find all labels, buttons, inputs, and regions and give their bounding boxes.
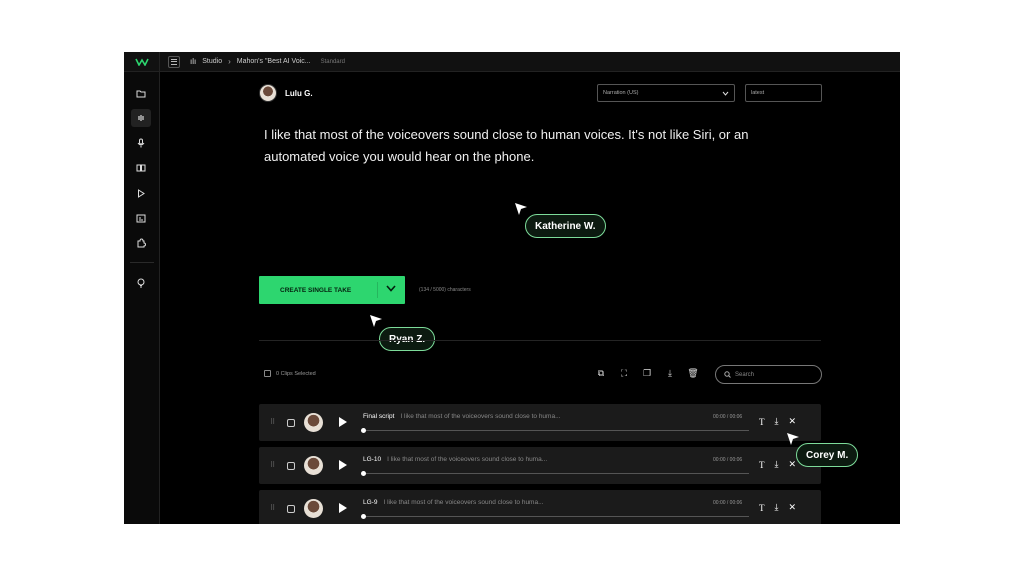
clip-checkbox[interactable]	[287, 505, 295, 513]
merge-icon[interactable]: ⧉	[596, 368, 606, 378]
trash-icon[interactable]: 🗑	[687, 368, 698, 378]
folder-icon[interactable]	[131, 84, 151, 102]
progress-handle[interactable]	[361, 514, 366, 519]
clips-selected-label: 0 Clips Selected	[276, 370, 316, 377]
clip-title: Final script	[363, 413, 395, 420]
clips-selected: 0 Clips Selected	[264, 370, 316, 377]
clips-toolbar: ⧉ ⛶ ❐ ⤓ 🗑	[596, 368, 699, 378]
clip-title: LG-10	[363, 456, 382, 463]
version-select[interactable]: latest	[745, 84, 822, 102]
text-icon[interactable]: T	[759, 503, 765, 513]
download-icon[interactable]: ⤓	[775, 416, 779, 427]
avatar	[304, 413, 323, 432]
character-count: (134 / 5000) characters	[419, 287, 471, 293]
speaker-name[interactable]: Lulu G.	[285, 89, 313, 98]
clip-excerpt: I like that most of the voiceovers sound…	[383, 499, 544, 506]
clip-title: LG-9	[363, 499, 378, 506]
play-icon[interactable]	[339, 503, 347, 513]
download-icon[interactable]: ⤓	[775, 459, 779, 470]
cursor-pointer-icon	[370, 315, 382, 327]
studio-app: ılı Studio › Mahon's "Best AI Voic... St…	[124, 52, 900, 524]
sidebar-divider	[130, 262, 154, 263]
lightbulb-icon[interactable]	[131, 274, 151, 292]
collaborator-tag-katherine: Katherine W.	[525, 214, 606, 238]
search-input[interactable]: Search	[715, 365, 822, 384]
section-divider	[259, 340, 821, 341]
text-icon[interactable]: T	[759, 417, 765, 427]
cursor-pointer-icon	[787, 433, 799, 445]
clip-row[interactable]: ⠿ LG-9 I like that most of the voiceovers…	[259, 490, 821, 524]
create-button-label: CREATE SINGLE TAKE	[280, 286, 352, 294]
chevron-down-icon[interactable]	[386, 285, 396, 292]
clip-title-line: LG-10 I like that most of the voiceovers …	[363, 456, 547, 463]
drag-handle-icon[interactable]: ⠿	[270, 461, 275, 469]
clip-actions: T ⤓ ✕	[759, 459, 796, 470]
create-single-take-button[interactable]: CREATE SINGLE TAKE	[259, 276, 405, 304]
waveform-icon[interactable]	[131, 109, 151, 127]
sidebar	[124, 72, 160, 524]
search-placeholder: Search	[735, 371, 755, 378]
clip-title-line: Final script I like that most of the voic…	[363, 413, 561, 420]
play-icon[interactable]	[339, 417, 347, 427]
microphone-icon[interactable]	[131, 134, 151, 152]
clip-actions: T ⤓ ✕	[759, 502, 796, 513]
waveform-icon: ılı	[190, 57, 197, 66]
progress-track[interactable]	[363, 430, 749, 431]
menu-icon[interactable]	[168, 55, 180, 68]
progress-track[interactable]	[363, 473, 749, 474]
chevron-down-icon	[722, 91, 729, 96]
breadcrumb: ılı Studio › Mahon's "Best AI Voic... St…	[190, 57, 345, 66]
select-all-checkbox[interactable]	[264, 370, 271, 377]
download-icon[interactable]: ⤓	[775, 502, 779, 513]
breadcrumb-project[interactable]: Mahon's "Best AI Voic...	[237, 58, 311, 65]
clip-title-line: LG-9 I like that most of the voiceovers s…	[363, 499, 544, 506]
progress-track[interactable]	[363, 516, 749, 517]
collaborator-tag-corey: Corey M.	[796, 443, 859, 467]
breadcrumb-studio[interactable]: Studio	[202, 58, 222, 65]
clip-excerpt: I like that most of the voiceovers sound…	[387, 456, 548, 463]
play-icon[interactable]	[339, 460, 347, 470]
drag-handle-icon[interactable]: ⠿	[270, 504, 275, 512]
clip-time: 00:00 / 00:06	[713, 500, 743, 506]
expand-icon[interactable]: ⛶	[619, 368, 629, 378]
clip-checkbox[interactable]	[287, 419, 295, 427]
search-icon	[724, 371, 731, 378]
image-icon[interactable]	[131, 209, 151, 227]
avatar	[304, 499, 323, 518]
progress-handle[interactable]	[361, 428, 366, 433]
duplicate-icon[interactable]: ❐	[642, 368, 652, 378]
clip-row[interactable]: ⠿ Final script I like that most of the vo…	[259, 404, 821, 441]
drag-handle-icon[interactable]: ⠿	[270, 418, 275, 426]
top-bar: ılı Studio › Mahon's "Best AI Voic... St…	[124, 52, 900, 72]
play-icon[interactable]	[131, 184, 151, 202]
plan-badge: Standard	[320, 58, 345, 65]
text-icon[interactable]: T	[759, 460, 765, 470]
chevron-right-icon: ›	[228, 57, 231, 66]
clip-row[interactable]: ⠿ LG-10 I like that most of the voiceover…	[259, 447, 821, 484]
logo-icon[interactable]	[124, 52, 160, 72]
collaborator-tag-ryan: Ryan Z.	[379, 327, 436, 351]
download-icon[interactable]: ⤓	[665, 368, 675, 378]
clip-excerpt: I like that most of the voiceovers sound…	[400, 413, 561, 420]
progress-handle[interactable]	[361, 471, 366, 476]
close-icon[interactable]: ✕	[788, 416, 796, 427]
avatar	[304, 456, 323, 475]
clip-time: 00:00 / 00:06	[713, 414, 743, 420]
avatar[interactable]	[259, 84, 277, 102]
close-icon[interactable]: ✕	[788, 459, 796, 470]
cursor-pointer-icon	[515, 203, 527, 215]
speaker-header: Lulu G.	[259, 84, 313, 102]
version-value: latest	[751, 90, 765, 96]
voice-style-value: Narration (US)	[603, 90, 639, 96]
book-icon[interactable]	[131, 159, 151, 177]
voice-style-select[interactable]: Narration (US)	[597, 84, 735, 102]
clip-time: 00:00 / 00:06	[713, 457, 743, 463]
clip-checkbox[interactable]	[287, 462, 295, 470]
script-text-area[interactable]: I like that most of the voiceovers sound…	[264, 124, 784, 168]
clip-actions: T ⤓ ✕	[759, 416, 796, 427]
puzzle-icon[interactable]	[131, 234, 151, 252]
button-divider	[377, 282, 378, 298]
close-icon[interactable]: ✕	[788, 502, 796, 513]
